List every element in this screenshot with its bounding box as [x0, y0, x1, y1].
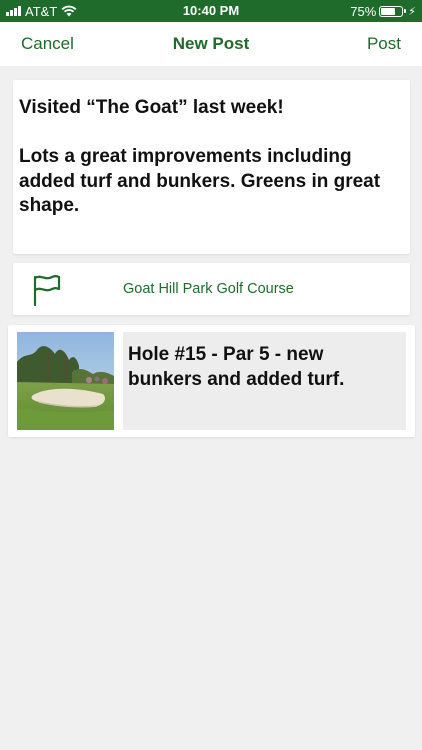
navigation-bar: Cancel New Post Post — [0, 22, 422, 66]
photo-caption-text: Hole #15 - Par 5 - new bunkers and added… — [128, 344, 345, 390]
location-row[interactable]: Goat Hill Park Golf Course — [13, 263, 410, 315]
status-bar: AT&T 10:40 PM 75% ⚡︎ — [0, 0, 422, 22]
bolt-icon: ⚡︎ — [408, 5, 416, 18]
golf-course-photo[interactable] — [17, 332, 114, 430]
photo-card: Hole #15 - Par 5 - new bunkers and added… — [8, 325, 415, 437]
location-name: Goat Hill Park Golf Course — [123, 281, 294, 297]
post-text-input[interactable]: Visited “The Goat” last week! Lots a gre… — [19, 96, 400, 236]
photo-caption-box[interactable]: Hole #15 - Par 5 - new bunkers and added… — [123, 332, 406, 430]
battery-percent: 75% — [350, 3, 377, 19]
battery-fill — [381, 7, 396, 15]
battery-icon — [379, 5, 407, 17]
status-right: 75% ⚡︎ — [350, 0, 416, 22]
post-text-card: Visited “The Goat” last week! Lots a gre… — [13, 80, 410, 254]
post-button[interactable]: Post — [367, 22, 401, 66]
flag-icon — [32, 274, 62, 311]
page-title: New Post — [172, 34, 250, 53]
